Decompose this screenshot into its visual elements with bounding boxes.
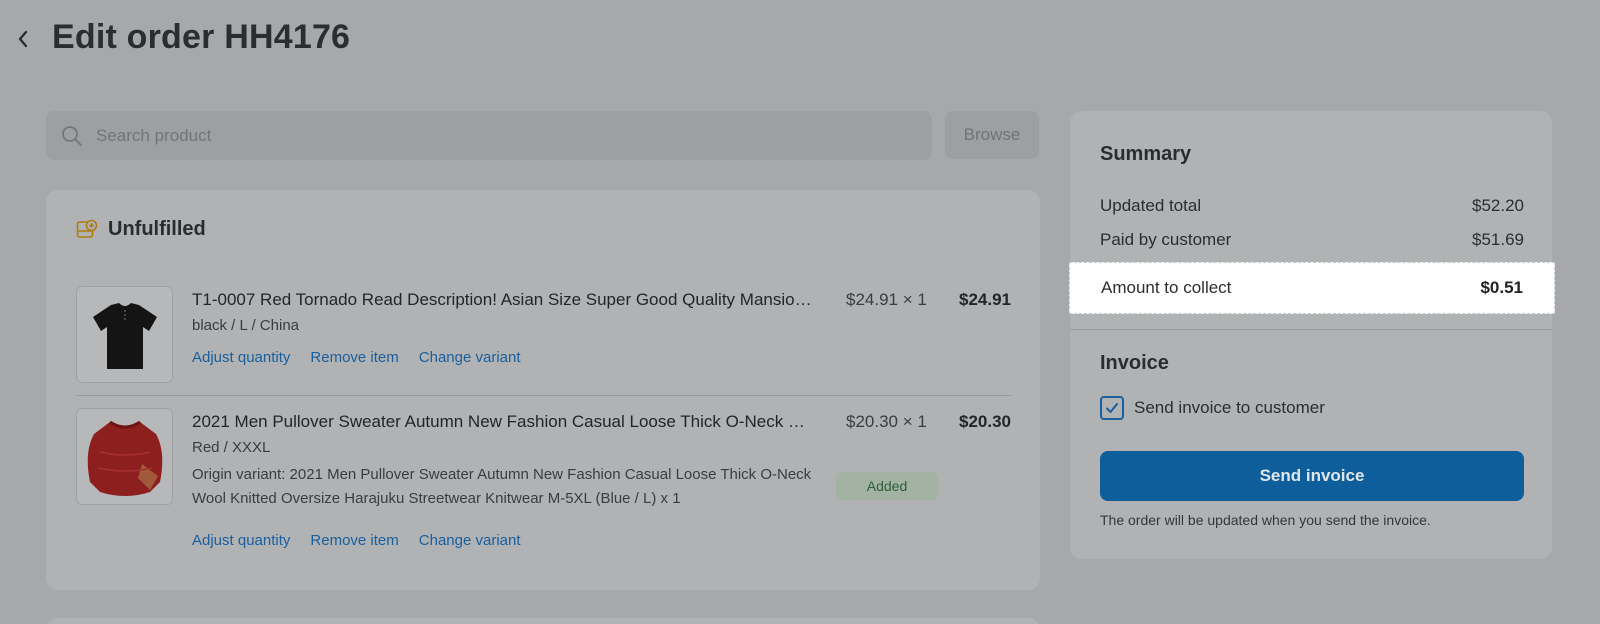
send-invoice-checkbox-row[interactable]: Send invoice to customer [1100,396,1325,420]
invoice-title: Invoice [1100,352,1169,374]
adjust-quantity-link[interactable]: Adjust quantity [192,532,290,549]
amount-to-collect-row: Amount to collect $0.51 [1069,262,1555,314]
updated-total-label: Updated total [1100,196,1202,215]
paid-by-customer-row: Paid by customer $51.69 [1100,230,1524,250]
adjust-quantity-link[interactable]: Adjust quantity [192,349,290,366]
updated-total-value: $52.20 [1472,196,1524,215]
unit-price: $20.30 × 1 [846,412,927,431]
summary-title: Summary [1100,143,1192,165]
line-total: $20.30 [959,412,1011,431]
search-input[interactable] [96,125,876,146]
unit-price: $24.91 × 1 [846,290,927,309]
send-invoice-button[interactable]: Send invoice [1100,451,1524,501]
product-variant: black / L / China [192,317,299,334]
product-title[interactable]: 2021 Men Pullover Sweater Autumn New Fas… [192,412,817,432]
search-icon [60,124,84,148]
origin-variant-note: Origin variant: 2021 Men Pullover Sweate… [192,466,812,507]
sweater-image [87,420,162,496]
product-thumbnail [76,408,173,505]
paid-by-customer-label: Paid by customer [1100,230,1232,249]
item-actions: Adjust quantity Remove item Change varia… [192,532,521,549]
product-variant: Red / XXXL [192,439,271,456]
next-card-edge [46,618,1040,624]
browse-button[interactable]: Browse [945,111,1039,159]
search-box[interactable] [46,111,932,160]
unfulfilled-icon [76,219,98,238]
page: Edit order HH4176 Browse Unfulfilled [0,0,1600,624]
paid-by-customer-value: $51.69 [1472,230,1524,249]
remove-item-link[interactable]: Remove item [310,349,398,366]
line-total: $24.91 [959,290,1011,309]
remove-item-link[interactable]: Remove item [310,532,398,549]
unfulfilled-card: Unfulfilled T1-0007 Red Tornado Read Des… [46,190,1040,590]
added-badge: Added [836,472,938,500]
change-variant-link[interactable]: Change variant [419,532,521,549]
page-title: Edit order HH4176 [52,18,351,56]
back-button[interactable] [12,26,34,52]
amount-to-collect-label: Amount to collect [1101,278,1232,297]
summary-card: Summary Updated total $52.20 Paid by cus… [1070,111,1552,559]
send-invoice-checkbox[interactable] [1100,396,1124,420]
updated-total-row: Updated total $52.20 [1100,196,1524,216]
send-invoice-checkbox-label: Send invoice to customer [1134,398,1325,417]
unfulfilled-title: Unfulfilled [108,218,206,240]
unfulfilled-header: Unfulfilled [76,218,206,241]
product-thumbnail [76,286,173,383]
change-variant-link[interactable]: Change variant [419,349,521,366]
chevron-left-icon [18,30,28,48]
checkmark-icon [1106,403,1118,413]
product-title[interactable]: T1-0007 Red Tornado Read Description! As… [192,290,817,310]
tshirt-image [92,302,157,369]
item-divider [76,395,1011,396]
summary-divider [1070,329,1552,330]
amount-to-collect-value: $0.51 [1480,278,1523,297]
item-actions: Adjust quantity Remove item Change varia… [192,349,521,366]
line-item: T1-0007 Red Tornado Read Description! As… [76,286,1011,386]
line-item: 2021 Men Pullover Sweater Autumn New Fas… [76,408,1011,558]
invoice-hint: The order will be updated when you send … [1100,512,1431,528]
